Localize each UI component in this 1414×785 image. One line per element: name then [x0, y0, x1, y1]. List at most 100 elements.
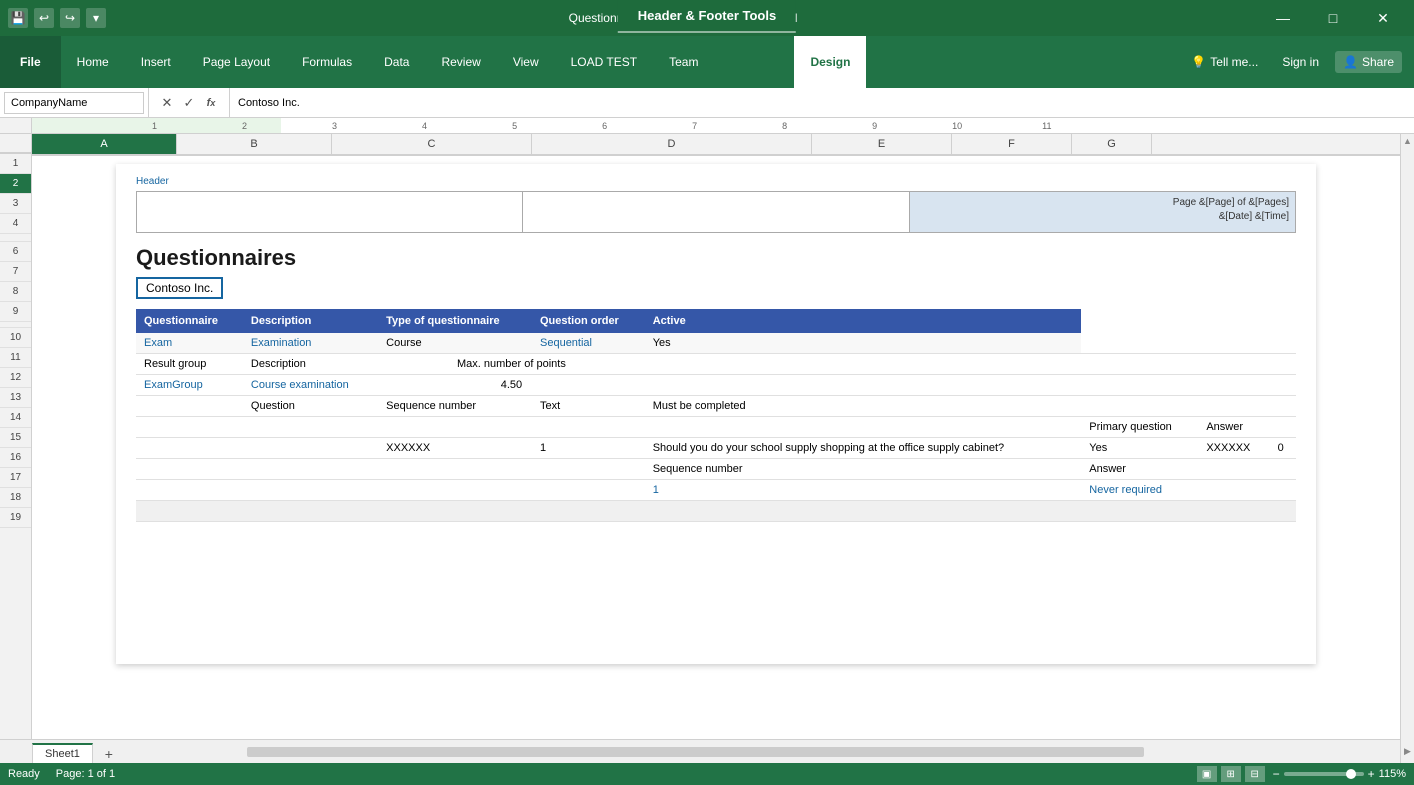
row-header-5	[0, 234, 31, 242]
cell-exam-desc: Examination	[243, 333, 378, 354]
tab-formulas[interactable]: Formulas	[286, 36, 368, 88]
table-row-question-headers: Question Sequence number Text Must be co…	[136, 396, 1296, 417]
zoom-out-button[interactable]: −	[1273, 767, 1280, 781]
save-icon[interactable]: 💾	[8, 8, 28, 28]
tab-view[interactable]: View	[497, 36, 555, 88]
scroll-up-button[interactable]: ▲	[1403, 136, 1412, 146]
col-header-c: C	[332, 134, 532, 154]
cell-examgroup-type: Course examination	[243, 375, 378, 396]
row-header-19: 18	[0, 488, 31, 508]
row-header-17: 16	[0, 448, 31, 468]
status-bar: Ready Page: 1 of 1 ▣ ⊞ ⊟ − + 115%	[0, 763, 1414, 785]
th-type: Type of questionnaire	[378, 309, 532, 333]
grid-wrapper: A B C D E F G Header Page &[Pag	[32, 134, 1400, 785]
add-sheet-button[interactable]: +	[99, 745, 119, 763]
tab-insert[interactable]: Insert	[125, 36, 187, 88]
cell-exam-type: Course	[378, 333, 532, 354]
tab-review[interactable]: Review	[425, 36, 496, 88]
row-header-4: 4	[0, 214, 31, 234]
page-break-view-button[interactable]: ⊟	[1245, 766, 1265, 782]
tab-design[interactable]: Design	[794, 36, 866, 88]
cell-qh-mustcomplete: Must be completed	[645, 396, 1082, 417]
col-header-f: F	[952, 134, 1072, 154]
title-bar-icons[interactable]: 💾 ↩ ↪ ▾	[8, 8, 106, 28]
cell-result-empty	[645, 354, 1082, 375]
hf-tools-label: Header & Footer Tools	[618, 0, 796, 33]
cell-qd-seqnum: 1	[532, 438, 645, 459]
cell-qd-must: Yes	[1081, 438, 1198, 459]
maximize-button[interactable]: □	[1310, 0, 1356, 36]
cell-qd-question: XXXXXX	[378, 438, 532, 459]
row-header-1: 1	[0, 154, 31, 174]
col-header-b: B	[177, 134, 332, 154]
cancel-formula-icon[interactable]: ✕	[157, 93, 177, 113]
share-button[interactable]: 👤 Share	[1335, 51, 1402, 73]
row-header-13: 12	[0, 368, 31, 388]
tab-home[interactable]: Home	[61, 36, 125, 88]
tab-team[interactable]: Team	[653, 36, 714, 88]
table-row-question-data: XXXXXX 1 Should you do your school suppl…	[136, 438, 1296, 459]
customize-icon[interactable]: ▾	[86, 8, 106, 28]
main-table: Questionnaire Description Type of questi…	[136, 309, 1296, 522]
sheet-tab-sheet1[interactable]: Sheet1	[32, 743, 93, 763]
page-layout-view-button[interactable]: ⊞	[1221, 766, 1241, 782]
cell-qh-text: Text	[532, 396, 645, 417]
cell-qh-question: Question	[243, 396, 378, 417]
header-box-right[interactable]: Page &[Page] of &[Pages] &[Date] &[Time]	[910, 192, 1295, 232]
header-boxes: Page &[Page] of &[Pages] &[Date] &[Time]	[136, 191, 1296, 233]
col-header-d: D	[532, 134, 812, 154]
header-box-center[interactable]	[523, 192, 909, 232]
table-header-row: Questionnaire Description Type of questi…	[136, 309, 1296, 333]
company-cell[interactable]: Contoso Inc.	[136, 277, 223, 299]
name-box[interactable]	[4, 92, 144, 114]
zoom-in-button[interactable]: +	[1368, 767, 1375, 781]
view-buttons: ▣ ⊞ ⊟	[1197, 766, 1265, 782]
header-box-left[interactable]	[137, 192, 523, 232]
hscroll-right-btn[interactable]: ▶	[1400, 739, 1414, 763]
undo-icon[interactable]: ↩	[34, 8, 54, 28]
cell-examgroup-empty	[645, 375, 1082, 396]
header-label: Header	[136, 176, 1296, 187]
horizontal-scrollbar[interactable]	[119, 745, 1400, 759]
cell-ah-empty2	[1198, 459, 1269, 480]
tab-load-test[interactable]: LOAD TEST	[555, 36, 653, 88]
formula-input[interactable]	[234, 95, 1410, 111]
cell-qd-answer: 0	[1270, 438, 1296, 459]
minimize-button[interactable]: —	[1260, 0, 1306, 36]
tab-file[interactable]: File	[0, 36, 61, 88]
col-header-g: G	[1072, 134, 1152, 154]
sign-in-button[interactable]: Sign in	[1274, 51, 1327, 73]
cell-exam-name: Exam	[136, 333, 243, 354]
tab-page-layout[interactable]: Page Layout	[187, 36, 286, 88]
confirm-formula-icon[interactable]: ✓	[179, 93, 199, 113]
cell-qh2-empty3	[378, 417, 532, 438]
row-number-column: 1 2 3 4 6 7 8 9 10 11 12 13 14 15 16 17 …	[0, 134, 32, 785]
cell-ah-answer: Answer	[1081, 459, 1198, 480]
tell-me-button[interactable]: 💡 Tell me...	[1183, 51, 1266, 73]
cell-ah-seqnum: Sequence number	[645, 459, 1082, 480]
hscroll-thumb[interactable]	[247, 747, 1144, 757]
tab-data[interactable]: Data	[368, 36, 425, 88]
redo-icon[interactable]: ↪	[60, 8, 80, 28]
table-row-result-group: Result group Description Max. number of …	[136, 354, 1296, 375]
row-header-18: 17	[0, 468, 31, 488]
zoom-slider[interactable]	[1284, 772, 1364, 776]
window-controls[interactable]: — □ ✕	[1260, 0, 1406, 36]
cell-qh-answer: Answer	[1198, 417, 1269, 438]
cell-ad-seqnum: 1	[645, 480, 1082, 501]
row-header-2: 2	[0, 174, 31, 194]
close-button[interactable]: ✕	[1360, 0, 1406, 36]
sheet-content: Header Page &[Page] of &[Pages] &[Date] …	[32, 164, 1400, 664]
zoom-thumb	[1346, 769, 1356, 779]
th-active: Active	[645, 309, 1082, 333]
vertical-scrollbar[interactable]: ▲ ▼	[1400, 134, 1414, 785]
formula-bar: ✕ ✓ fx	[0, 88, 1414, 118]
row-header-3: 3	[0, 194, 31, 214]
insert-function-icon[interactable]: fx	[201, 93, 221, 113]
cell-ad-empty	[136, 480, 645, 501]
normal-view-button[interactable]: ▣	[1197, 766, 1217, 782]
row-header-9: 9	[0, 302, 31, 322]
ribbon: File Home Insert Page Layout Formulas Da…	[0, 36, 1414, 88]
header-box-right-text: Page &[Page] of &[Pages] &[Date] &[Time]	[910, 192, 1295, 228]
row-header-11: 10	[0, 328, 31, 348]
